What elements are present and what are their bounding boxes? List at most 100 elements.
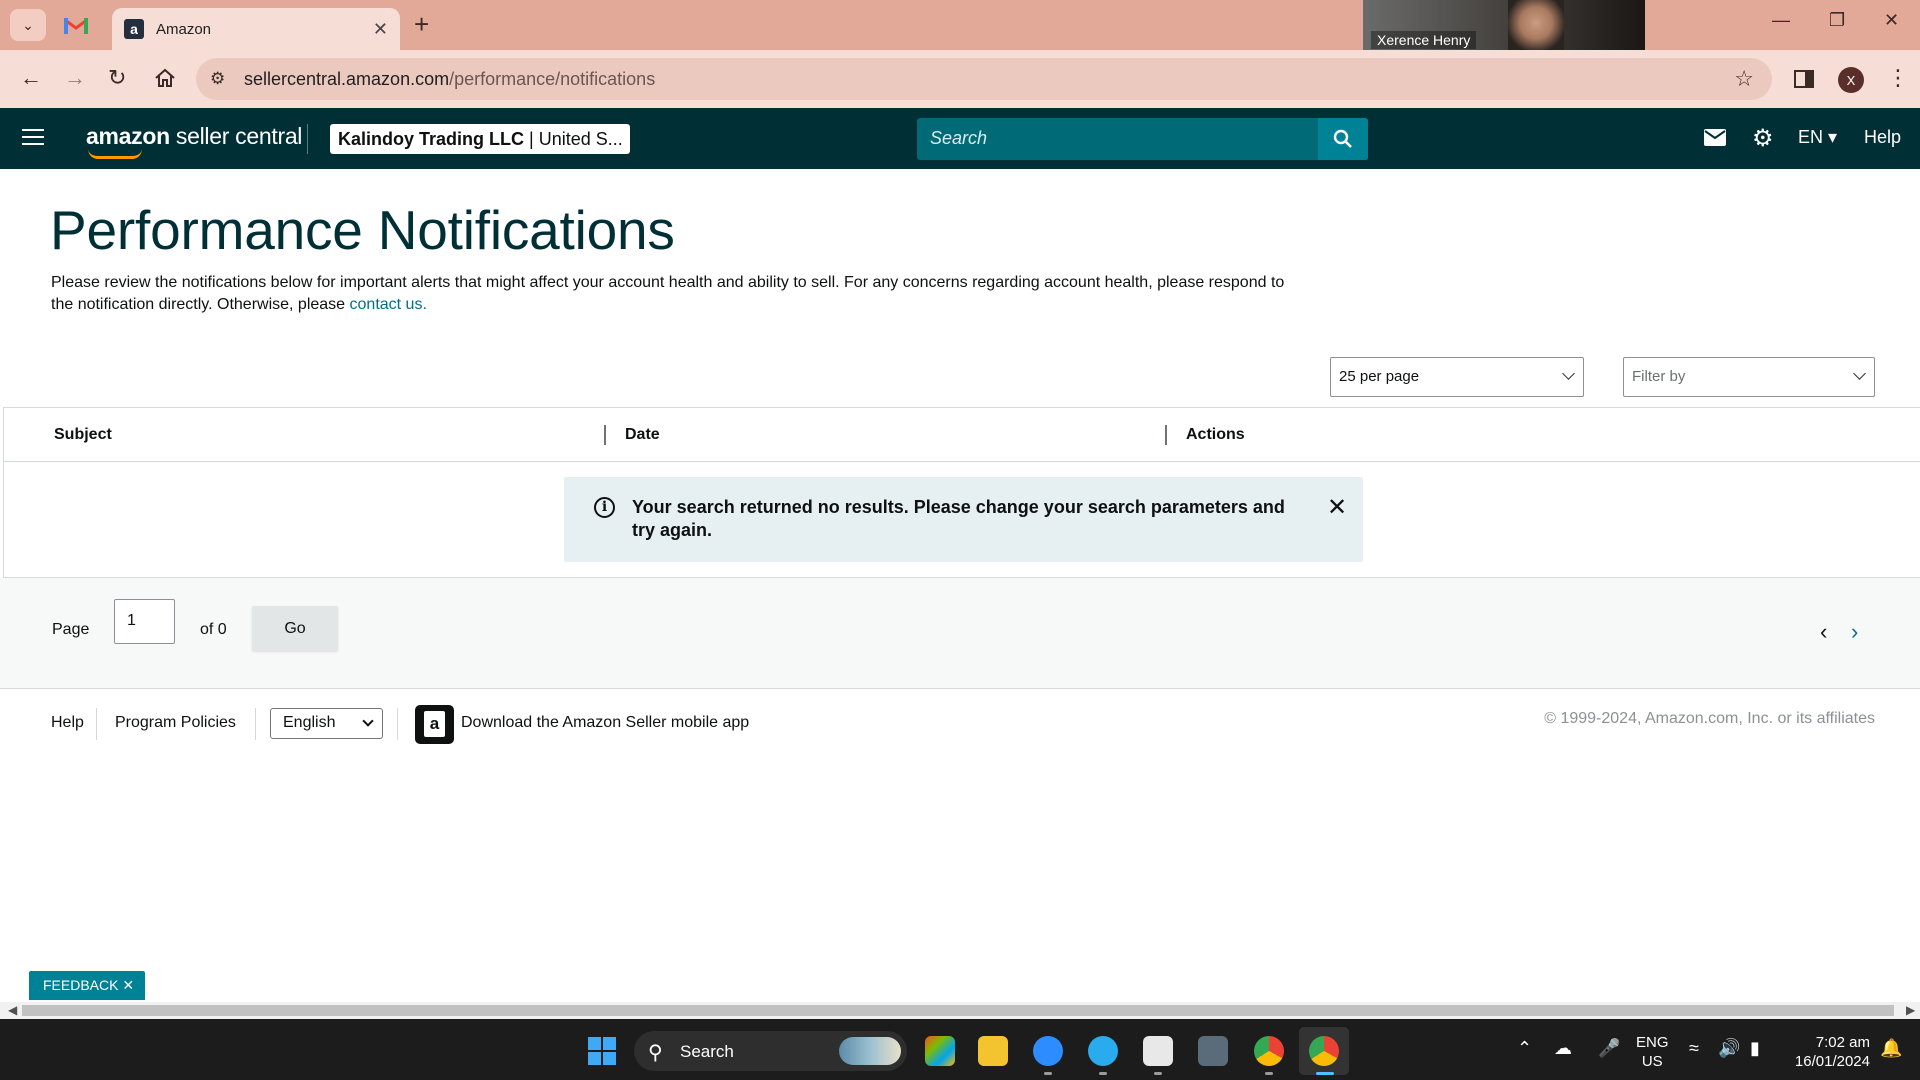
download-app-link[interactable]: Download the Amazon Seller mobile app xyxy=(461,714,749,732)
chevron-left-icon[interactable]: ‹ xyxy=(1820,621,1827,643)
profile-avatar[interactable]: X xyxy=(1838,67,1864,93)
wifi-icon[interactable]: ≈ xyxy=(1689,1038,1699,1059)
window-close-icon[interactable]: ✕ xyxy=(1884,10,1899,31)
zoom-app-icon[interactable] xyxy=(1033,1036,1063,1066)
feedback-button[interactable]: FEEDBACK ✕ xyxy=(29,971,145,1000)
search-icon xyxy=(1333,129,1352,148)
account-switcher[interactable]: Kalindoy Trading LLC | United S... xyxy=(330,124,630,154)
hamburger-menu-icon[interactable] xyxy=(22,129,44,147)
contact-us-link[interactable]: contact us. xyxy=(350,296,427,313)
back-arrow-icon[interactable]: ← xyxy=(20,66,42,90)
close-icon[interactable]: ✕ xyxy=(1327,493,1347,522)
active-indicator xyxy=(1316,1072,1334,1075)
new-tab-button[interactable]: + xyxy=(414,10,429,38)
page-count-label: of 0 xyxy=(200,621,227,638)
microphone-icon[interactable]: 🎤 xyxy=(1598,1038,1620,1059)
site-info-icon[interactable]: ⚙ xyxy=(210,69,225,89)
chrome-profile-icon xyxy=(1309,1036,1339,1066)
home-icon[interactable] xyxy=(154,68,176,88)
pagination-bar: Page 1 of 0 Go ‹ › xyxy=(0,578,1920,689)
program-policies-link[interactable]: Program Policies xyxy=(115,714,236,732)
go-button[interactable]: Go xyxy=(252,606,338,651)
chrome-icon[interactable] xyxy=(1254,1036,1284,1066)
amazon-smile-icon xyxy=(88,149,142,159)
scrollbar-thumb[interactable] xyxy=(22,1005,1894,1016)
column-resize-handle[interactable] xyxy=(1165,425,1167,445)
zoom-video-tile: Xerence Henry xyxy=(1363,0,1645,51)
browser-toolbar: ← → ↻ ⚙ sellercentral.amazon.com/perform… xyxy=(0,50,1920,108)
close-icon[interactable]: ✕ xyxy=(373,19,388,40)
chevron-right-icon[interactable]: › xyxy=(1851,621,1858,643)
restore-icon[interactable]: ❐ xyxy=(1829,10,1845,31)
gmail-icon[interactable] xyxy=(64,14,88,36)
amazon-favicon-icon: a xyxy=(124,19,144,39)
tab-amazon[interactable]: a Amazon ✕ xyxy=(112,8,400,50)
chevron-down-icon xyxy=(362,715,374,727)
page-title: Performance Notifications xyxy=(50,199,675,261)
side-panel-icon[interactable] xyxy=(1794,70,1814,88)
more-menu-icon[interactable]: ⋮ xyxy=(1887,66,1909,90)
tab-title: Amazon xyxy=(156,20,212,38)
footer-language-select[interactable]: English xyxy=(270,708,383,739)
no-results-alert: i Your search returned no results. Pleas… xyxy=(564,477,1363,562)
scroll-left-icon[interactable]: ◀ xyxy=(8,1003,17,1017)
filter-select[interactable]: Filter by xyxy=(1623,357,1875,397)
amazon-app-icon[interactable]: a xyxy=(415,705,454,744)
gear-icon[interactable]: ⚙ xyxy=(1752,124,1774,153)
column-header-subject[interactable]: Subject xyxy=(54,426,112,444)
header-divider xyxy=(307,124,308,154)
header-search[interactable]: Search xyxy=(917,118,1368,160)
onedrive-cloud-icon[interactable]: ☁ xyxy=(1554,1038,1572,1059)
mail-icon[interactable] xyxy=(1704,129,1726,146)
address-bar[interactable]: ⚙ sellercentral.amazon.com/performance/n… xyxy=(196,58,1772,100)
taskbar-search[interactable]: ⚲ Search xyxy=(634,1031,907,1071)
scroll-right-icon[interactable]: ▶ xyxy=(1906,1003,1915,1017)
chevron-up-icon[interactable]: ⌃ xyxy=(1517,1038,1532,1059)
bookmark-star-icon[interactable]: ☆ xyxy=(1734,66,1754,92)
snipping-tool-icon[interactable] xyxy=(1143,1036,1173,1066)
battery-icon[interactable]: ▮ xyxy=(1750,1038,1760,1059)
page-description: Please review the notifications below fo… xyxy=(51,274,1285,313)
active-taskbar-item[interactable] xyxy=(1299,1027,1349,1075)
horizontal-scrollbar[interactable]: ◀ ▶ xyxy=(0,1002,1920,1019)
seller-central-logo[interactable]: amazon seller central xyxy=(86,123,302,150)
chevron-down-icon xyxy=(1562,367,1575,380)
column-header-actions: Actions xyxy=(1186,426,1245,443)
chevron-down-icon: ⌄ xyxy=(22,16,34,33)
taskbar-search-label: Search xyxy=(680,1042,734,1061)
copilot-app-icon[interactable] xyxy=(925,1036,955,1066)
search-button[interactable] xyxy=(1318,118,1368,160)
windows-start-icon[interactable] xyxy=(588,1037,616,1065)
search-input[interactable]: Search xyxy=(930,128,987,149)
page-label: Page xyxy=(52,621,90,638)
footer-divider xyxy=(255,708,256,740)
telegram-icon[interactable] xyxy=(1088,1036,1118,1066)
language-selector[interactable]: EN ▾ xyxy=(1798,127,1837,148)
running-indicator xyxy=(1044,1072,1052,1075)
running-indicator xyxy=(1154,1072,1162,1075)
notifications-table: Subject Date Actions i Your search retur… xyxy=(3,407,1920,578)
running-indicator xyxy=(1099,1072,1107,1075)
input-language[interactable]: ENG US xyxy=(1636,1033,1669,1071)
file-explorer-icon[interactable] xyxy=(978,1036,1008,1066)
page-footer: Help Program Policies English a Download… xyxy=(0,690,1920,760)
calculator-icon[interactable] xyxy=(1198,1036,1228,1066)
url-text: sellercentral.amazon.com/performance/not… xyxy=(244,69,656,89)
windows-taskbar: ⚲ Search ⌃ ☁ 🎤 ENG US ≈ 🔊 ▮ 7:02 am 16/01/… xyxy=(0,1019,1920,1080)
page-number-input[interactable]: 1 xyxy=(114,599,175,644)
header-help-link[interactable]: Help xyxy=(1864,127,1901,148)
tab-search-button[interactable]: ⌄ xyxy=(10,9,46,41)
column-resize-handle[interactable] xyxy=(604,425,606,445)
reload-icon[interactable]: ↻ xyxy=(108,66,126,90)
per-page-select[interactable]: 25 per page xyxy=(1330,357,1584,397)
notification-bell-icon[interactable]: 🔔 xyxy=(1880,1038,1902,1059)
info-icon: i xyxy=(594,497,615,518)
column-header-date[interactable]: Date xyxy=(625,426,660,444)
forward-arrow-icon[interactable]: → xyxy=(64,66,86,90)
system-clock[interactable]: 7:02 am 16/01/2024 xyxy=(1786,1033,1870,1071)
footer-divider xyxy=(96,708,97,740)
minimize-icon[interactable]: — xyxy=(1772,10,1790,31)
volume-icon[interactable]: 🔊 xyxy=(1718,1038,1740,1059)
footer-help-link[interactable]: Help xyxy=(51,714,84,732)
footer-divider xyxy=(397,708,398,740)
